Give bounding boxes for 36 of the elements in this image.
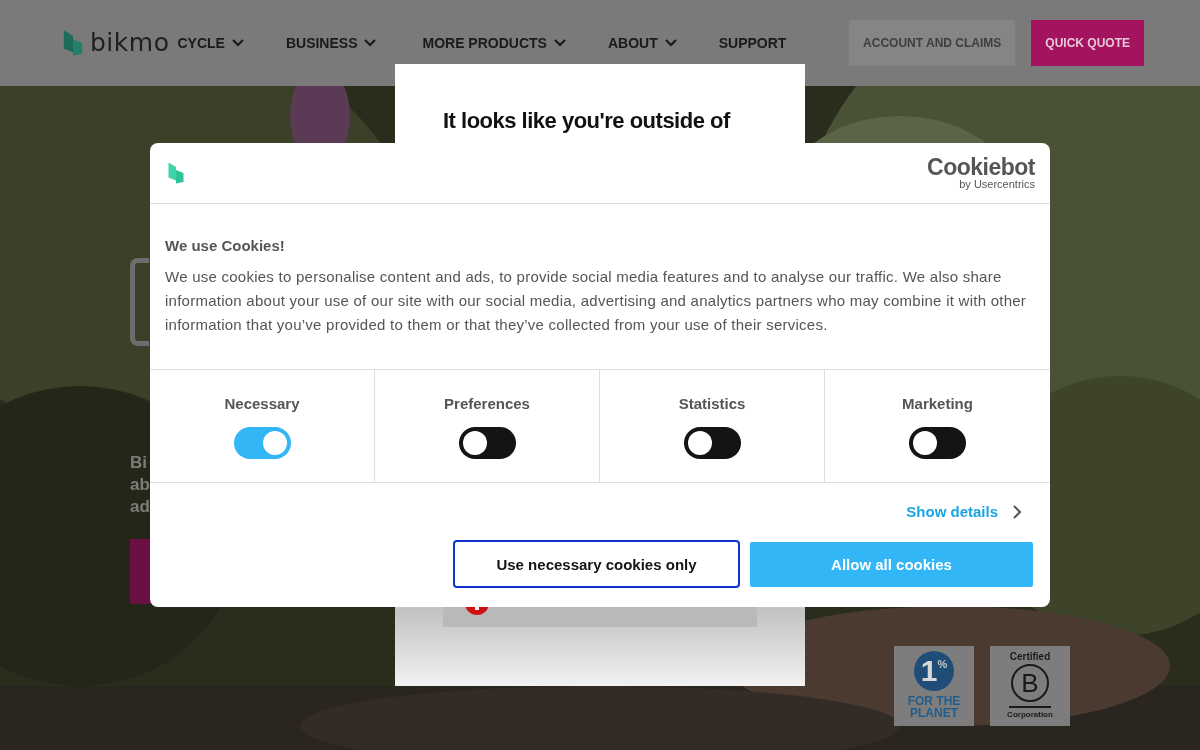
- badge-text: FOR THE: [907, 695, 961, 707]
- category-label: Preferences: [444, 395, 530, 412]
- toggle-switch[interactable]: [909, 427, 966, 459]
- dialog-title: We use Cookies!: [165, 237, 286, 254]
- b-mark: B: [1011, 664, 1049, 702]
- category-label: Marketing: [902, 395, 973, 412]
- hero-text-fragment: Bi: [130, 452, 148, 474]
- percent-circle: 1%: [914, 651, 954, 691]
- brand-subtitle: by Usercentrics: [959, 178, 1035, 190]
- toggle-switch[interactable]: [233, 427, 291, 459]
- nav-link[interactable]: BUSINESS: [285, 35, 377, 51]
- dialog-text: We use cookies to personalise content and ads, to provide social media features and to analyse our traffic. We also share information about your use of our site with our social media, advertising and analytics partners who may combine it with other information that you’ve provided to them or that they’ve collected from your use of their services.: [165, 267, 1028, 335]
- category-label: Statistics: [678, 395, 746, 412]
- badge-text: PLANET: [910, 707, 958, 719]
- chevron-right-icon: [1013, 504, 1021, 519]
- toggle-switch[interactable]: [683, 427, 741, 459]
- category-label: Necessary: [224, 395, 300, 412]
- badge-text: Corporation: [1007, 710, 1053, 719]
- header-button[interactable]: QUICK QUOTE: [1031, 20, 1144, 66]
- hero-text-fragment: ab: [130, 474, 151, 496]
- consent-button[interactable]: Allow all cookies: [750, 542, 1033, 587]
- consent-button[interactable]: Use necessary cookies only: [453, 540, 740, 588]
- logo-icon: [167, 161, 185, 185]
- logo-text[interactable]: bikmo: [90, 27, 170, 57]
- nav-link[interactable]: SUPPORT: [718, 35, 787, 51]
- header-button[interactable]: ACCOUNT AND CLAIMS: [849, 20, 1016, 66]
- nav-link[interactable]: CYCLE: [177, 35, 244, 51]
- toggle-switch[interactable]: [458, 427, 516, 459]
- badge-text: Certified: [1009, 651, 1051, 662]
- logo-icon: [62, 28, 84, 58]
- show-details-link[interactable]: Show details: [906, 503, 998, 520]
- brand-logo-text: Cookiebot: [927, 156, 1035, 178]
- nav-link[interactable]: MORE PRODUCTS: [422, 35, 566, 51]
- hero-text-fragment: ad: [130, 496, 151, 518]
- modal-heading: It looks like you're outside of: [443, 108, 732, 134]
- nav-link[interactable]: ABOUT: [607, 35, 677, 51]
